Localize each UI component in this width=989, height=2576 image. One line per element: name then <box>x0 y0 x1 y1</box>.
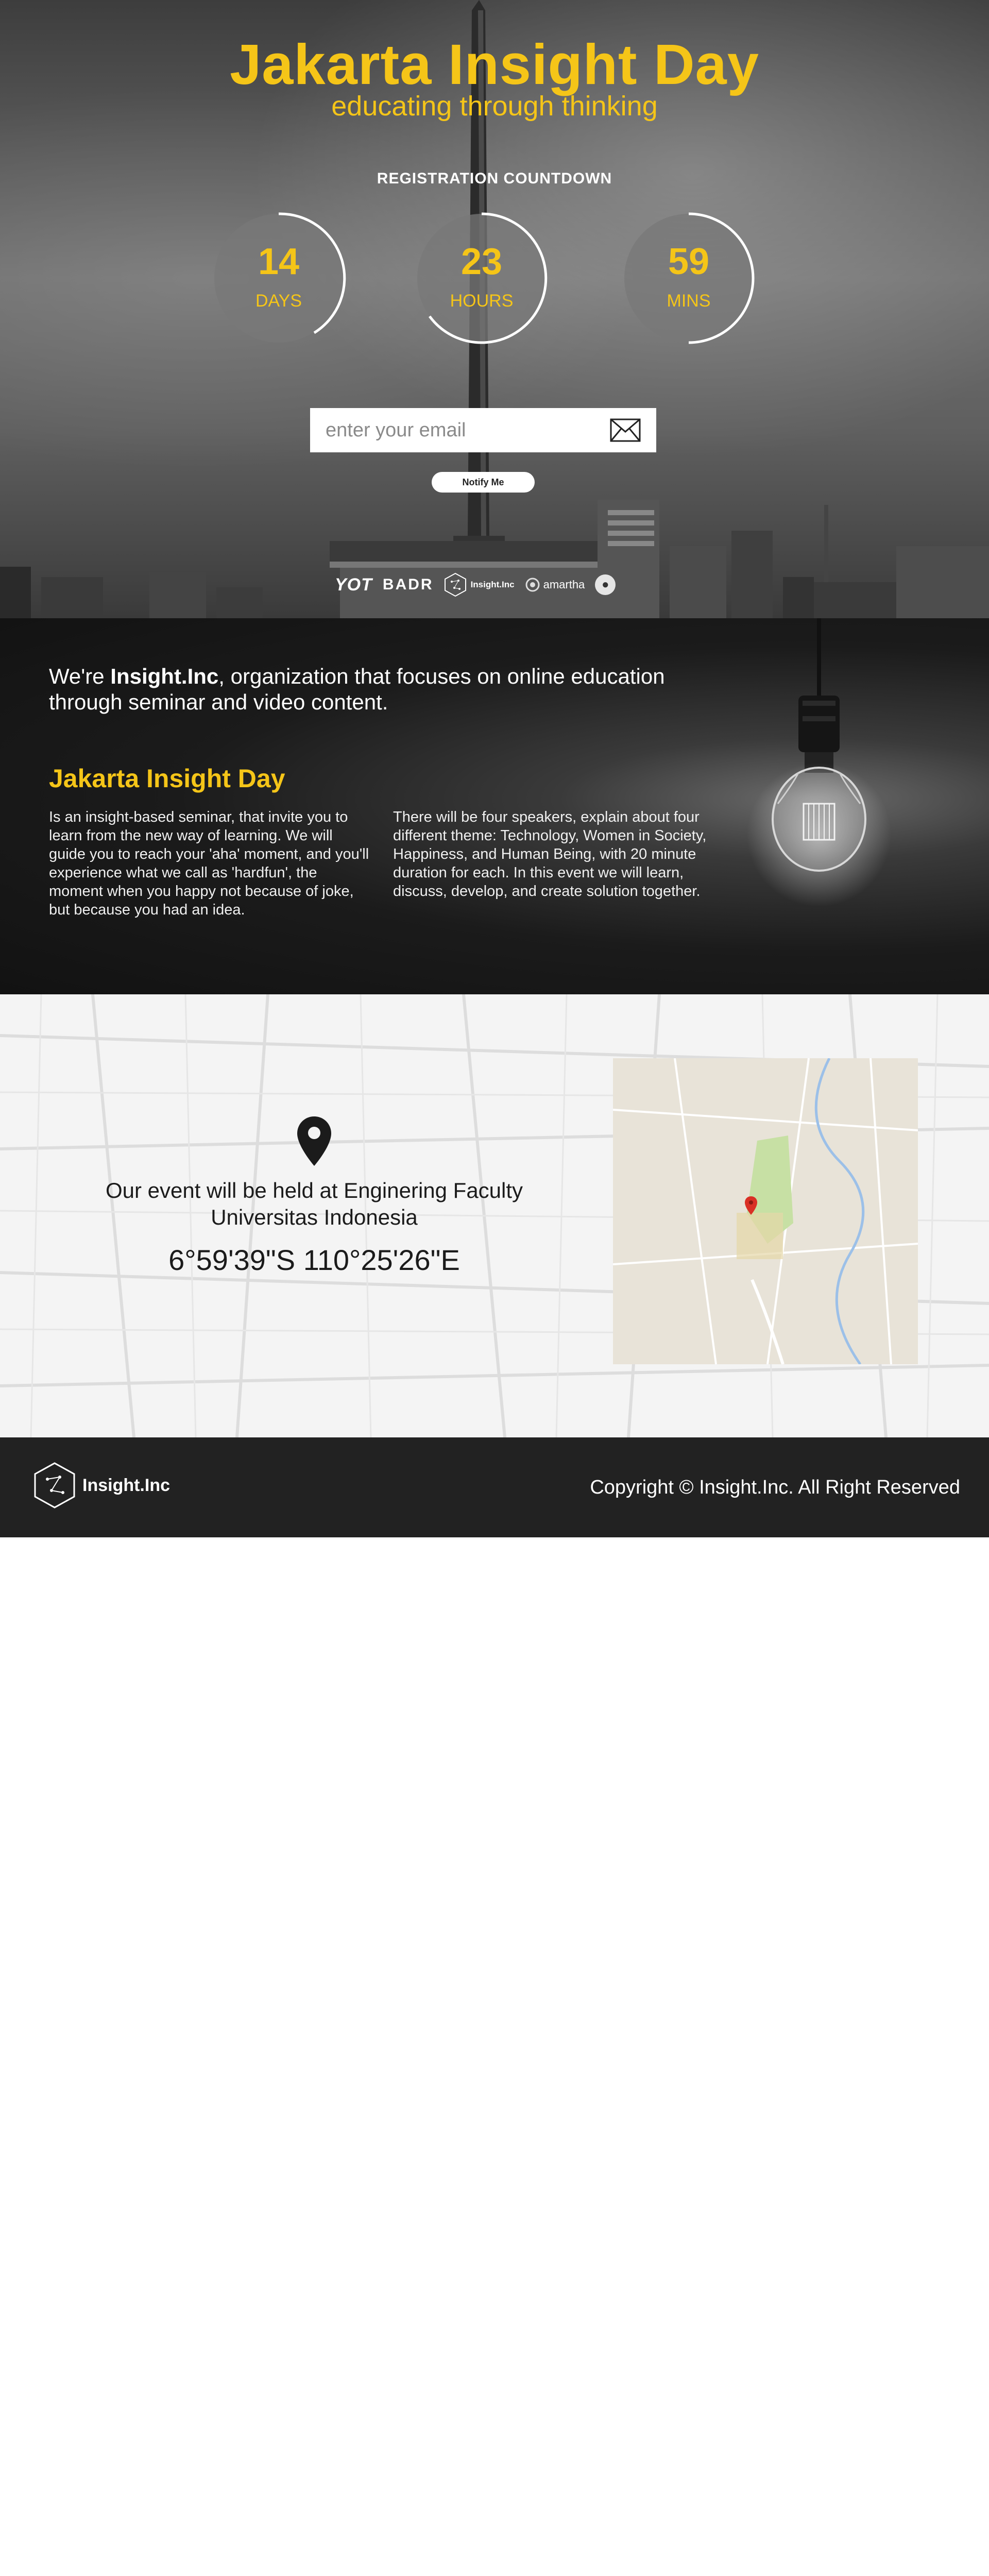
sponsor-circle-logo: ● <box>595 574 616 595</box>
about-intro: We're Insight.Inc, organization that foc… <box>49 664 719 715</box>
sponsor-logos: YOT BADR Insight.Inc amartha ● <box>335 569 616 600</box>
about-column-right: There will be four speakers, explain abo… <box>393 809 707 900</box>
timer-unit: DAYS <box>255 291 302 311</box>
hero-title: Jakarta Insight Day <box>230 33 759 96</box>
about-section: We're Insight.Inc, organization that foc… <box>0 618 989 994</box>
mail-icon[interactable] <box>610 418 641 442</box>
notify-me-button[interactable]: Notify Me <box>432 472 535 493</box>
timer-unit: HOURS <box>450 291 514 311</box>
email-input[interactable] <box>326 419 610 442</box>
event-coordinates: 6°59'39"S 110°25'26"E <box>168 1244 460 1276</box>
flower-icon <box>525 578 540 592</box>
sponsor-insight-label: Insight.Inc <box>470 580 515 589</box>
sponsor-amartha-label: amartha <box>543 578 585 591</box>
sponsor-amartha-logo: amartha <box>525 577 585 592</box>
google-map[interactable] <box>613 1058 918 1364</box>
sponsor-yot-logo: YOT <box>335 574 372 595</box>
sponsor-insight-logo: Insight.Inc <box>444 572 515 597</box>
sponsor-badr-logo: BADR <box>382 576 434 593</box>
location-section: Our event will be held at Enginering Fac… <box>0 994 989 1437</box>
footer: Insight.Inc Copyright © Insight.Inc. All… <box>0 1437 989 1537</box>
timer-value: 59 <box>668 241 710 282</box>
timer-value: 23 <box>461 241 503 282</box>
hero-section: Jakarta Insight Day educating through th… <box>0 0 989 618</box>
hexagon-logo-icon <box>34 1462 75 1509</box>
hexagon-logo-icon <box>444 572 466 597</box>
intro-brand: Insight.Inc <box>110 664 219 688</box>
footer-logo-text: Insight.Inc <box>82 1475 170 1495</box>
map-image <box>613 1058 918 1364</box>
countdown-hours: 23 HOURS <box>417 212 548 344</box>
countdown-days: 14 DAYS <box>214 212 346 343</box>
lightbulb-image <box>747 618 891 907</box>
location-pin-icon <box>297 1116 331 1166</box>
footer-logo[interactable]: Insight.Inc <box>33 1462 170 1509</box>
countdown-mins: 59 MINS <box>624 212 755 344</box>
countdown-heading: REGISTRATION COUNTDOWN <box>377 170 612 187</box>
timer-value: 14 <box>258 241 300 282</box>
event-location-text: Our event will be held at Enginering Fac… <box>105 1178 523 1229</box>
timer-unit: MINS <box>667 291 711 311</box>
copyright-text: Copyright © Insight.Inc. All Right Reser… <box>590 1477 960 1498</box>
about-column-left: Is an insight-based seminar, that invite… <box>49 809 369 918</box>
hero-subtitle: educating through thinking <box>331 91 658 122</box>
about-heading: Jakarta Insight Day <box>49 764 285 793</box>
email-form <box>310 408 656 452</box>
intro-prefix: We're <box>49 664 111 688</box>
